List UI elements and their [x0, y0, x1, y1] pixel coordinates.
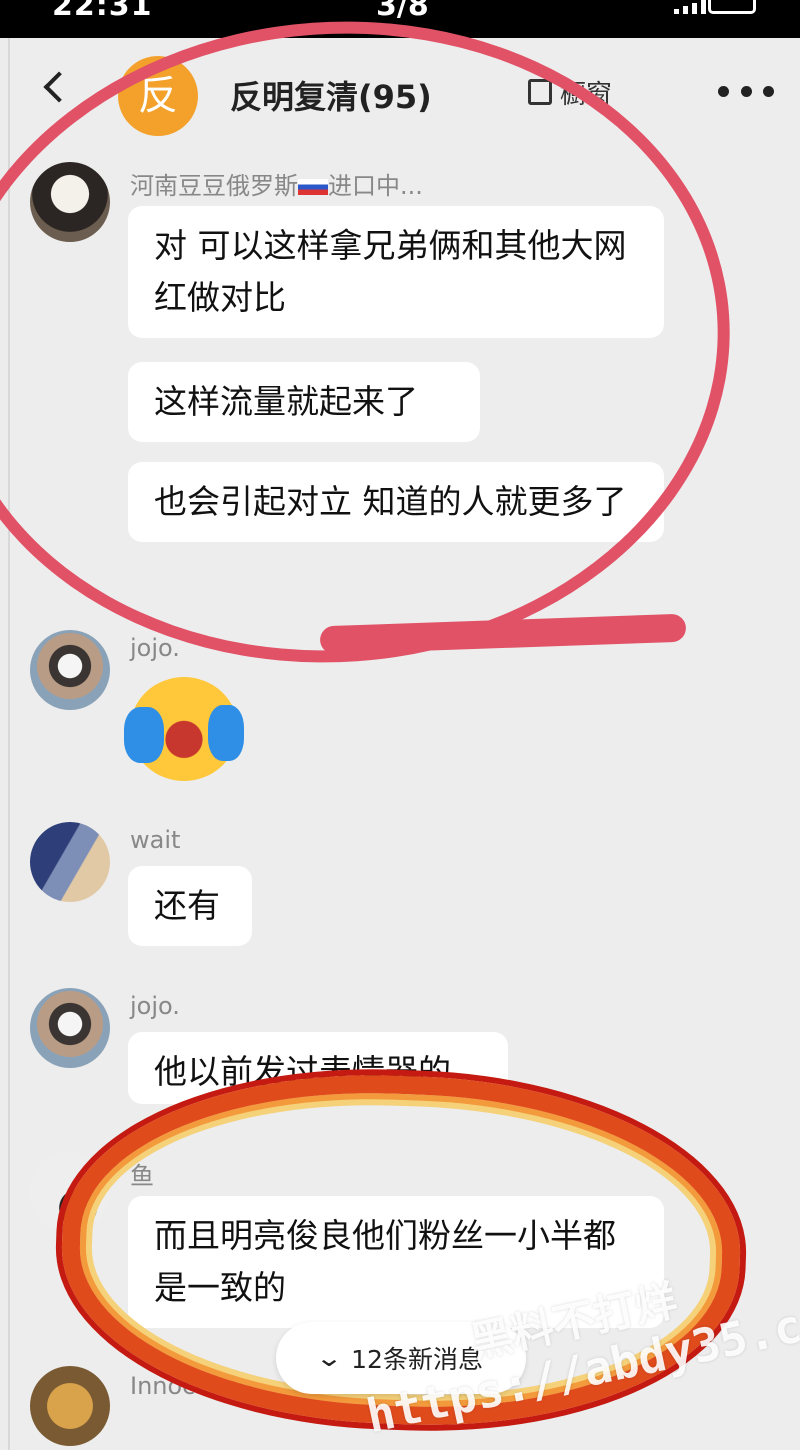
russia-flag-icon — [298, 179, 328, 195]
avatar[interactable] — [30, 630, 110, 710]
battery-icon — [708, 0, 756, 14]
message-bubble[interactable]: 也会引起对立 知道的人就更多了 — [128, 462, 664, 542]
avatar[interactable] — [30, 822, 110, 902]
group-title: 反明复清(95) — [230, 78, 432, 116]
crying-laughing-emoji[interactable] — [124, 677, 244, 781]
sender-name-text: 河南豆豆俄罗斯 — [130, 172, 298, 200]
message-bubble[interactable]: 对 可以这样拿兄弟俩和其他大网红做对比 — [128, 206, 664, 338]
image-counter: 3/8 — [376, 0, 429, 23]
message-bubble[interactable]: 还有 — [128, 866, 252, 946]
group-avatar[interactable]: 反 — [118, 56, 198, 136]
sender-name: 鱼 — [130, 1162, 154, 1190]
status-time: 22:31 — [52, 0, 153, 23]
signal-icon — [674, 0, 708, 14]
sender-name: 河南豆豆俄罗斯 进口中... — [130, 166, 423, 201]
avatar[interactable] — [30, 1152, 110, 1232]
showcase-label: 橱窗 — [560, 79, 613, 110]
showcase-button[interactable]: 橱窗 — [528, 72, 612, 112]
sender-name-suffix: 进口中... — [328, 172, 423, 200]
message-bubble[interactable]: 这样流量就起来了 — [128, 362, 480, 442]
sender-name: jojo. — [130, 992, 180, 1020]
sender-name: jojo. — [130, 634, 180, 662]
message-bubble[interactable]: 他以前发过表情器的 — [128, 1032, 508, 1104]
shop-icon — [528, 79, 552, 105]
more-options-icon[interactable] — [718, 86, 774, 98]
avatar[interactable] — [30, 988, 110, 1068]
sender-name: wait — [130, 826, 181, 854]
chevron-down-icon: ⌄ — [315, 1344, 344, 1372]
status-bar: 22:31 3/8 — [0, 0, 800, 38]
avatar[interactable] — [30, 1366, 110, 1446]
avatar[interactable] — [30, 162, 110, 242]
sender-name: Innocence — [130, 1372, 254, 1400]
